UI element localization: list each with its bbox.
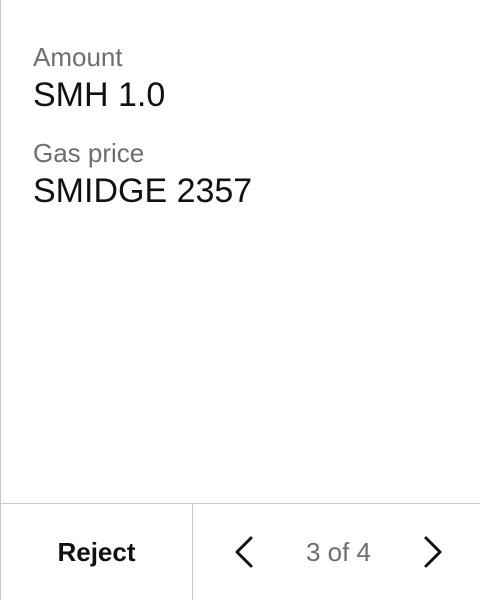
next-page-button[interactable] (418, 532, 448, 572)
action-footer: Reject 3 of 4 (1, 503, 480, 600)
gas-price-field: Gas price SMIDGE 2357 (33, 136, 460, 212)
chevron-left-icon (234, 535, 254, 569)
transaction-review-screen: Amount SMH 1.0 Gas price SMIDGE 2357 Rej… (0, 0, 480, 600)
gas-price-value: SMIDGE 2357 (33, 172, 253, 210)
previous-page-button[interactable] (229, 532, 259, 572)
gas-price-label: Gas price (33, 138, 145, 168)
chevron-right-icon (423, 535, 443, 569)
amount-field: Amount SMH 1.0 (33, 40, 460, 116)
page-indicator: 3 of 4 (305, 536, 372, 567)
amount-value: SMH 1.0 (33, 76, 166, 114)
reject-button[interactable]: Reject (1, 504, 193, 600)
pagination: 3 of 4 (193, 504, 480, 600)
transaction-details: Amount SMH 1.0 Gas price SMIDGE 2357 (33, 40, 460, 212)
amount-label: Amount (33, 42, 123, 72)
